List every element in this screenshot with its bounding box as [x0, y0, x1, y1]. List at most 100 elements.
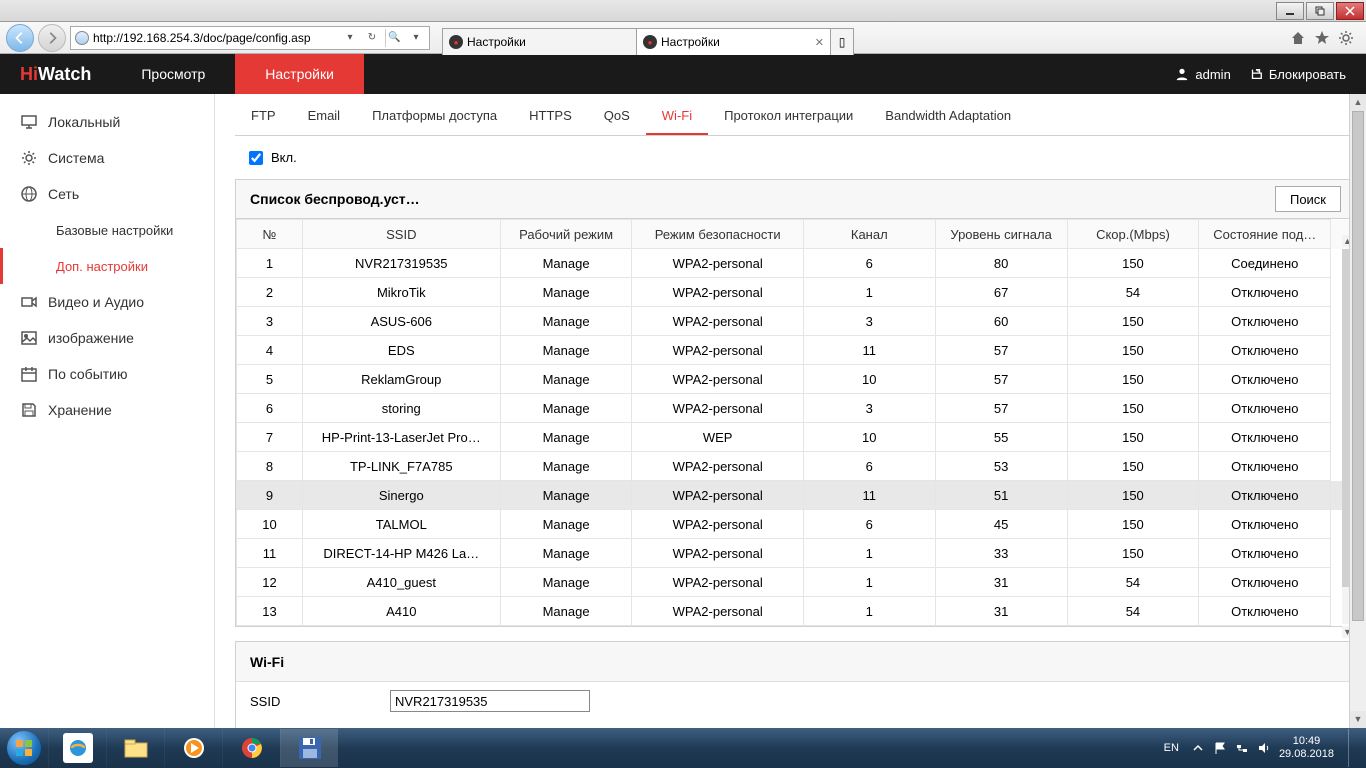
enable-checkbox[interactable] [249, 151, 263, 165]
page-scroll-down[interactable]: ▼ [1350, 711, 1366, 728]
table-row[interactable]: 12A410_guestManageWPA2-personal13154Откл… [237, 568, 1355, 597]
col-speed[interactable]: Скор.(Mbps) [1067, 220, 1199, 249]
tray-flag-icon[interactable] [1213, 741, 1227, 755]
monitor-icon [20, 113, 38, 131]
topnav-view[interactable]: Просмотр [111, 54, 235, 94]
sidebar-item-video[interactable]: Видео и Аудио [0, 284, 214, 320]
forward-button[interactable] [38, 24, 66, 52]
save-icon [20, 401, 38, 419]
show-desktop-button[interactable] [1348, 729, 1360, 767]
table-row[interactable]: 6storingManageWPA2-personal357150Отключе… [237, 394, 1355, 423]
wireless-list-title: Список беспровод.уст… [250, 191, 420, 207]
sidebar-item-image[interactable]: изображение [0, 320, 214, 356]
wifi-form-panel: Wi-Fi SSID Тип сети Manage Ad-Hoc [235, 641, 1356, 728]
table-row[interactable]: 13A410ManageWPA2-personal13154Отключено [237, 597, 1355, 626]
ssid-input[interactable] [390, 690, 590, 712]
search-dropdown-icon[interactable]: ▾ [407, 29, 425, 47]
url-input[interactable] [93, 31, 337, 45]
address-bar[interactable]: ▾ ↻ 🔍 ▾ [70, 26, 430, 50]
tools-icon[interactable] [1338, 30, 1354, 46]
wireless-list-panel: Список беспровод.уст… Поиск № SSID Рабоч… [235, 179, 1356, 627]
close-tab-icon[interactable]: ✕ [815, 36, 824, 49]
app-topbar: HiWatch Просмотр Настройки admin Блокиро… [0, 54, 1366, 94]
col-mode[interactable]: Рабочий режим [500, 220, 632, 249]
taskbar-ie[interactable] [48, 729, 106, 767]
table-row[interactable]: 8TP-LINK_F7A785ManageWPA2-personal653150… [237, 452, 1355, 481]
taskbar-chrome[interactable] [222, 729, 280, 767]
start-button[interactable] [0, 728, 48, 768]
table-row[interactable]: 4EDSManageWPA2-personal1157150Отключено [237, 336, 1355, 365]
table-row[interactable]: 11DIRECT-14-HP M426 La…ManageWPA2-person… [237, 539, 1355, 568]
subtab-platform[interactable]: Платформы доступа [356, 98, 513, 135]
sidebar-item-network[interactable]: Сеть [0, 176, 214, 212]
user-menu[interactable]: admin [1175, 67, 1230, 82]
sidebar-item-local[interactable]: Локальный [0, 104, 214, 140]
user-name: admin [1195, 67, 1230, 82]
tab-title: Настройки [467, 35, 526, 49]
col-signal[interactable]: Уровень сигнала [935, 220, 1067, 249]
tray-network-icon[interactable] [1235, 741, 1249, 755]
url-dropdown-icon[interactable]: ▾ [341, 29, 359, 47]
subtab-ftp[interactable]: FTP [235, 98, 292, 135]
back-button[interactable] [6, 24, 34, 52]
col-channel[interactable]: Канал [803, 220, 935, 249]
subtab-wifi[interactable]: Wi-Fi [646, 98, 708, 135]
browser-tab-1[interactable]: ● Настройки [442, 28, 637, 55]
table-row[interactable]: 3ASUS-606ManageWPA2-personal360150Отключ… [237, 307, 1355, 336]
col-status[interactable]: Состояние под… [1199, 220, 1331, 249]
table-row[interactable]: 10TALMOLManageWPA2-personal645150Отключе… [237, 510, 1355, 539]
sidebar-item-event[interactable]: По событию [0, 356, 214, 392]
lock-button[interactable]: Блокировать [1249, 67, 1346, 82]
sidebar-item-advanced[interactable]: Доп. настройки [0, 248, 214, 284]
maximize-button[interactable] [1306, 2, 1334, 20]
window-frame [0, 0, 1366, 22]
subtab-qos[interactable]: QoS [588, 98, 646, 135]
minimize-button[interactable] [1276, 2, 1304, 20]
page-scroll-thumb[interactable] [1352, 111, 1364, 621]
table-row[interactable]: 2MikroTikManageWPA2-personal16754Отключе… [237, 278, 1355, 307]
page-scroll-up[interactable]: ▲ [1350, 94, 1366, 111]
network-icon [20, 185, 38, 203]
table-row[interactable]: 1NVR217319535ManageWPA2-personal680150Со… [237, 249, 1355, 278]
browser-toolbar: ▾ ↻ 🔍 ▾ ● Настройки ● Настройки ✕ ▯ [0, 22, 1366, 54]
subtab-email[interactable]: Email [292, 98, 357, 135]
browser-tab-2[interactable]: ● Настройки ✕ [636, 28, 831, 55]
enable-label: Вкл. [271, 150, 297, 165]
tab-title: Настройки [661, 35, 720, 49]
col-ssid[interactable]: SSID [302, 220, 500, 249]
topnav-settings[interactable]: Настройки [235, 54, 364, 94]
favicon-icon: ● [449, 35, 463, 49]
home-icon[interactable] [1290, 30, 1306, 46]
col-security[interactable]: Режим безопасности [632, 220, 803, 249]
content: FTP Email Платформы доступа HTTPS QoS Wi… [215, 94, 1366, 728]
sidebar: Локальный Система Сеть Базовые настройки… [0, 94, 215, 728]
sidebar-item-storage[interactable]: Хранение [0, 392, 214, 428]
table-row[interactable]: 9SinergoManageWPA2-personal1151150Отключ… [237, 481, 1355, 510]
sidebar-item-basic[interactable]: Базовые настройки [0, 212, 214, 248]
subtab-https[interactable]: HTTPS [513, 98, 588, 135]
language-indicator[interactable]: EN [1160, 740, 1183, 756]
sidebar-item-system[interactable]: Система [0, 140, 214, 176]
taskbar-media[interactable] [164, 729, 222, 767]
wireless-table-wrap: № SSID Рабочий режим Режим безопасности … [235, 219, 1356, 627]
search-icon[interactable]: 🔍 [385, 29, 403, 47]
new-tab-button[interactable]: ▯ [830, 28, 854, 55]
wifi-form-title: Wi-Fi [250, 654, 284, 670]
table-row[interactable]: 5ReklamGroupManageWPA2-personal1057150От… [237, 365, 1355, 394]
taskbar-save-app[interactable] [280, 729, 338, 767]
tray-up-icon[interactable] [1191, 741, 1205, 755]
refresh-icon[interactable]: ↻ [363, 29, 381, 47]
taskbar-explorer[interactable] [106, 729, 164, 767]
page-scrollbar[interactable]: ▲ ▼ [1349, 94, 1366, 728]
col-no[interactable]: № [237, 220, 303, 249]
image-icon [20, 329, 38, 347]
table-row[interactable]: 7HP-Print-13-LaserJet Pro…ManageWEP10551… [237, 423, 1355, 452]
subtab-integration[interactable]: Протокол интеграции [708, 98, 869, 135]
date: 29.08.2018 [1279, 748, 1334, 761]
favorites-icon[interactable] [1314, 30, 1330, 46]
close-window-button[interactable] [1336, 2, 1364, 20]
subtab-bandwidth[interactable]: Bandwidth Adaptation [869, 98, 1027, 135]
search-button[interactable]: Поиск [1275, 186, 1341, 212]
tray-volume-icon[interactable] [1257, 741, 1271, 755]
clock[interactable]: 10:49 29.08.2018 [1279, 735, 1334, 761]
